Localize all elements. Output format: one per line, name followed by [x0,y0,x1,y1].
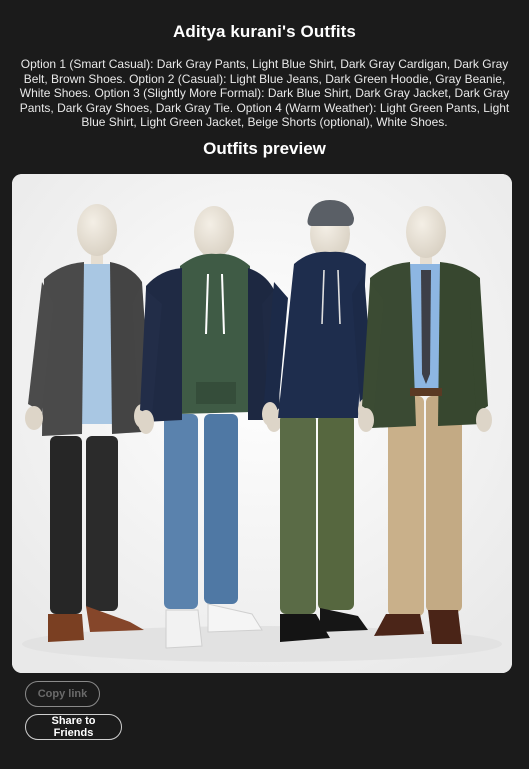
preview-heading: Outfits preview [203,139,326,158]
share-to-friends-button[interactable]: Share to Friends [25,714,122,740]
copy-link-button[interactable]: Copy link [25,681,100,707]
page-title: Aditya kurani's Outfits [173,22,356,41]
outfits-preview-image [12,174,512,673]
outfit-description: Option 1 (Smart Casual): Dark Gray Pants… [19,57,510,129]
